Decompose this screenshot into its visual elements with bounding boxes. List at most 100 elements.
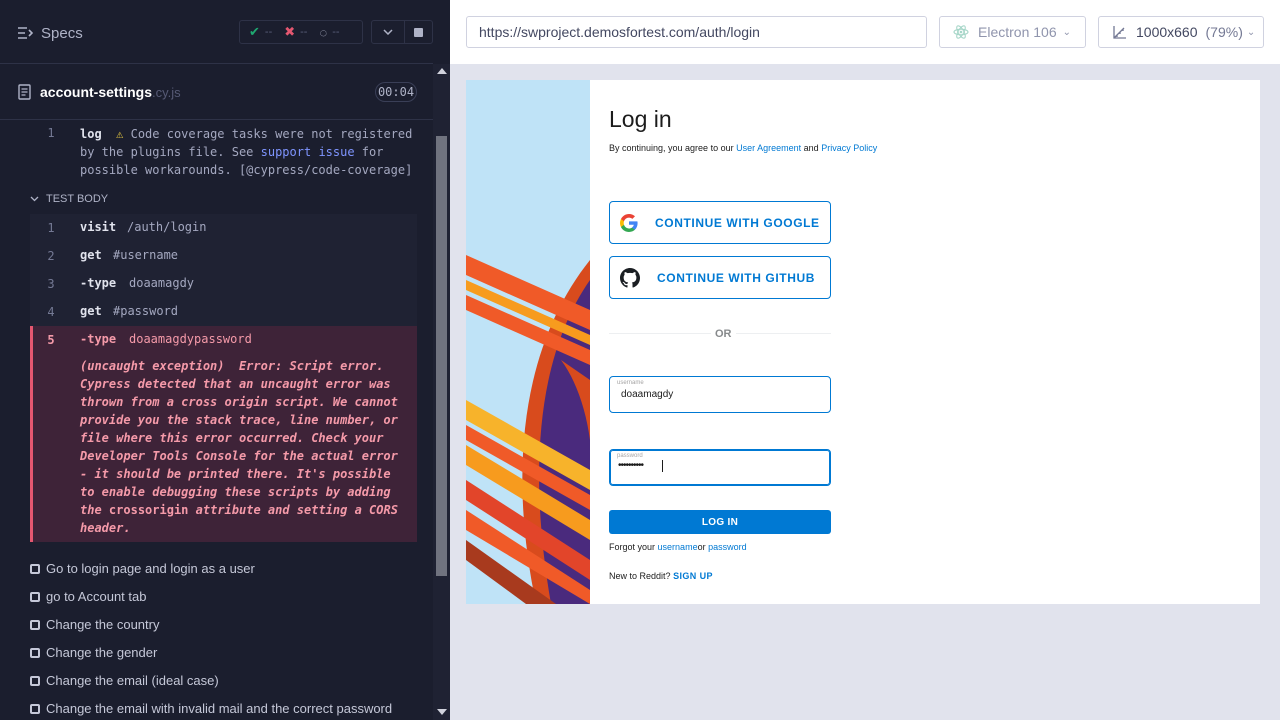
- scroll-thumb[interactable]: [436, 136, 447, 576]
- login-side-artwork: [466, 80, 590, 604]
- command-row-get-password[interactable]: 4 get #password: [30, 298, 417, 326]
- command-arg: /auth/login: [127, 220, 207, 234]
- password-value: ••••••••••: [618, 460, 644, 471]
- test-item[interactable]: Change the email (ideal case): [30, 673, 219, 688]
- test-stats: ✔ -- ✖ -- ◌ --: [239, 20, 363, 44]
- electron-icon: [953, 25, 969, 39]
- expand-toggle-button[interactable]: [371, 20, 405, 44]
- reporter-header: Specs ✔ -- ✖ -- ◌ --: [0, 0, 433, 64]
- forgot-credentials: Forgot your usernameor password: [609, 542, 747, 552]
- signup-prompt: New to Reddit? SIGN UP: [609, 571, 713, 581]
- user-agreement-link[interactable]: User Agreement: [736, 143, 801, 153]
- reporter-scrollbar[interactable]: [433, 64, 450, 720]
- checkbox-icon: [30, 619, 40, 630]
- chevron-down-icon: ⌄: [1062, 26, 1071, 38]
- test-item[interactable]: go to Account tab: [30, 589, 146, 604]
- agreement-text: By continuing, you agree to our User Agr…: [609, 143, 877, 153]
- failed-count: --: [300, 26, 308, 38]
- log-message: log ⚠ Code coverage tasks were not regis…: [80, 125, 415, 179]
- app-under-test-panel: https://swproject.demosfortest.com/auth/…: [450, 0, 1280, 720]
- spec-ext-text: .cy.js: [152, 85, 181, 100]
- or-divider-text: OR: [711, 328, 736, 340]
- aut-header: https://swproject.demosfortest.com/auth/…: [450, 0, 1280, 64]
- forgot-prefix: Forgot your: [609, 542, 656, 552]
- line-number: 1: [47, 221, 55, 235]
- warning-icon: ⚠: [116, 127, 124, 141]
- passed-count: --: [264, 26, 273, 38]
- file-icon: [18, 84, 31, 100]
- error-message: (uncaught exception) Error: Script error…: [80, 357, 410, 537]
- support-link[interactable]: support: [261, 145, 312, 159]
- x-icon: ✖: [284, 24, 296, 39]
- continue-with-github-button[interactable]: CONTINUE WITH GITHUB: [609, 256, 831, 299]
- line-number: 2: [47, 249, 55, 263]
- chevron-down-icon: ⌄: [1246, 26, 1256, 38]
- stop-button[interactable]: [404, 20, 433, 44]
- forgot-username-link[interactable]: username: [658, 542, 698, 552]
- test-body-label: TEST BODY: [46, 193, 109, 205]
- text-cursor: [662, 460, 663, 472]
- browser-name: Electron 106: [978, 24, 1057, 40]
- log-command: log: [80, 127, 102, 141]
- specs-button[interactable]: Specs: [17, 22, 83, 44]
- checkbox-icon: [30, 675, 40, 686]
- error-prefix: (uncaught exception): [80, 359, 225, 373]
- test-title: Change the country: [46, 617, 160, 632]
- spec-name-text: account-settings: [40, 84, 153, 100]
- specs-label: Specs: [41, 24, 83, 42]
- command-row-type-username[interactable]: 3 -type doaamagdy: [30, 270, 417, 298]
- forgot-password-link[interactable]: password: [708, 542, 747, 552]
- log-command-row[interactable]: 1 log ⚠ Code coverage tasks were not reg…: [30, 121, 417, 183]
- password-field[interactable]: password ••••••••••: [609, 449, 831, 486]
- signup-link[interactable]: SIGN UP: [673, 571, 713, 581]
- forgot-or: or: [697, 542, 706, 552]
- github-icon: [620, 267, 640, 288]
- reporter-panel: Specs ✔ -- ✖ -- ◌ -- account-settings.cy.js…: [0, 0, 450, 720]
- spec-duration: 00:04: [375, 82, 417, 102]
- viewport-size: 1000x660: [1136, 24, 1198, 40]
- browser-select[interactable]: Electron 106 ⌄: [939, 16, 1086, 48]
- google-icon: [620, 213, 638, 232]
- continue-with-google-button[interactable]: CONTINUE WITH GOOGLE: [609, 201, 831, 244]
- stop-icon: [414, 27, 423, 37]
- test-item[interactable]: Change the gender: [30, 645, 157, 660]
- agree-and: and: [803, 143, 819, 153]
- google-button-label: CONTINUE WITH GOOGLE: [655, 215, 820, 230]
- error-text: Error: Script error. Cypress detected th…: [80, 359, 398, 517]
- username-label: username: [617, 380, 644, 386]
- checkbox-icon: [30, 703, 40, 714]
- github-button-label: CONTINUE WITH GITHUB: [657, 270, 815, 285]
- url-bar[interactable]: https://swproject.demosfortest.com/auth/…: [466, 16, 927, 48]
- checkbox-icon: [30, 591, 40, 602]
- username-field[interactable]: username doaamagdy: [609, 376, 831, 413]
- command-row-get-username[interactable]: 2 get #username: [30, 242, 417, 270]
- new-to-reddit-text: New to Reddit?: [609, 571, 671, 581]
- viewport-info[interactable]: 1000x660 (79%) ⌄: [1098, 16, 1264, 48]
- command-name: visit: [80, 220, 117, 234]
- scroll-down-arrow-icon[interactable]: [437, 709, 447, 715]
- aut-iframe: Log in By continuing, you agree to our U…: [466, 80, 1260, 604]
- checkbox-icon: [30, 563, 40, 574]
- test-item[interactable]: Go to login page and login as a user: [30, 561, 255, 576]
- password-label: password: [617, 453, 643, 459]
- line-number: 3: [47, 277, 55, 291]
- test-item[interactable]: Change the country: [30, 617, 159, 632]
- test-body-header[interactable]: TEST BODY: [30, 193, 108, 205]
- login-button[interactable]: LOG IN: [609, 510, 831, 534]
- command-row-visit[interactable]: 1 visit /auth/login: [30, 214, 417, 242]
- test-title: Change the email with invalid mail and t…: [46, 701, 393, 716]
- username-value: doaamagdy: [621, 389, 674, 400]
- command-name: get: [80, 248, 102, 262]
- test-item[interactable]: Change the email with invalid mail and t…: [30, 701, 392, 716]
- scroll-up-arrow-icon[interactable]: [437, 68, 447, 74]
- privacy-policy-link[interactable]: Privacy Policy: [821, 143, 877, 153]
- command-name: -type: [80, 332, 117, 346]
- issue-link[interactable]: issue: [318, 145, 354, 159]
- failed-command-row[interactable]: 5 -type doaamagdypassword (uncaught exce…: [30, 326, 417, 542]
- spec-file-name[interactable]: account-settings.cy.js: [40, 84, 181, 100]
- command-arg: doaamagdypassword: [129, 332, 252, 346]
- check-icon: ✔: [249, 24, 260, 39]
- checkbox-icon: [30, 647, 40, 658]
- ruler-icon: [1113, 25, 1126, 39]
- command-arg: doaamagdy: [129, 276, 195, 290]
